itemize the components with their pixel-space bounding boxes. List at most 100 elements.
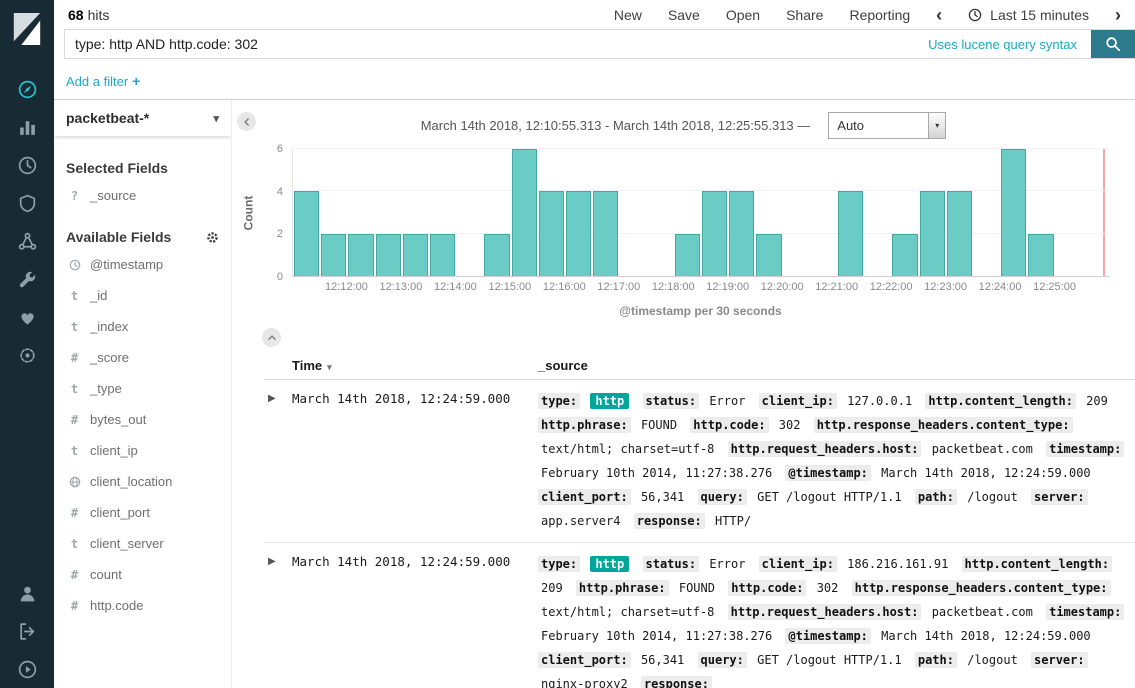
field-item-index[interactable]: t_index xyxy=(66,311,219,342)
rail-item-management[interactable] xyxy=(0,336,54,374)
histogram-bar[interactable] xyxy=(729,191,754,276)
field-item-clientserver[interactable]: tclient_server xyxy=(66,528,219,559)
x-tick-label[interactable]: 12:19:00 xyxy=(706,281,749,293)
x-tick-label[interactable]: 12:25:00 xyxy=(1033,281,1076,293)
x-tick-label[interactable]: 12:21:00 xyxy=(815,281,858,293)
time-back-chevron-icon[interactable]: ‹ xyxy=(936,6,942,24)
x-tick-label[interactable]: 12:13:00 xyxy=(380,281,423,293)
field-item-clientip[interactable]: tclient_ip xyxy=(66,435,219,466)
topnav-item-share[interactable]: Share xyxy=(786,7,823,23)
histogram-bar[interactable] xyxy=(1001,149,1026,276)
histogram-bar[interactable] xyxy=(294,191,319,276)
field-name: _id xyxy=(90,288,107,303)
x-tick-label[interactable]: 12:18:00 xyxy=(652,281,695,293)
rail-item-dev-tools[interactable] xyxy=(0,260,54,298)
search-button[interactable] xyxy=(1091,30,1135,58)
rail-item-apm[interactable] xyxy=(0,184,54,222)
field-item-source[interactable]: ?_source xyxy=(66,180,219,211)
doc-timestamp: March 14th 2018, 12:24:59.000 xyxy=(292,389,538,406)
source-field-value: /logout xyxy=(967,653,1018,667)
wrench-icon xyxy=(17,269,38,290)
x-tick-label[interactable]: 12:17:00 xyxy=(597,281,640,293)
lucene-syntax-link[interactable]: Uses lucene query syntax xyxy=(914,30,1091,58)
x-tick-label[interactable]: 12:16:00 xyxy=(543,281,586,293)
field-item-clientport[interactable]: #client_port xyxy=(66,497,219,528)
histogram-bar[interactable] xyxy=(756,234,781,276)
topnav-item-open[interactable]: Open xyxy=(726,7,760,23)
histogram-bar[interactable] xyxy=(675,234,700,276)
field-item-type[interactable]: t_type xyxy=(66,373,219,404)
field-item-timestamp[interactable]: @timestamp xyxy=(66,249,219,280)
source-field-value: packetbeat.com xyxy=(932,605,1033,619)
source-field-value: 209 xyxy=(1086,394,1108,408)
topnav-item-new[interactable]: New xyxy=(614,7,642,23)
time-range-title: March 14th 2018, 12:10:55.313 - March 14… xyxy=(421,118,811,133)
expand-row-icon[interactable]: ▶ xyxy=(264,552,292,567)
x-tick-label[interactable]: 12:12:00 xyxy=(325,281,368,293)
histogram-bar[interactable] xyxy=(892,234,917,276)
table-row: ▶March 14th 2018, 12:24:59.000type: http… xyxy=(264,543,1135,688)
histogram-bar[interactable] xyxy=(321,234,346,276)
interval-select[interactable]: Auto ▾ xyxy=(828,112,946,139)
source-field-value: 56,341 xyxy=(641,653,684,667)
plus-icon: + xyxy=(132,73,140,89)
collapse-sidebar-button[interactable] xyxy=(237,112,256,131)
field-name: client_port xyxy=(90,505,150,520)
kibana-logo[interactable] xyxy=(0,0,54,58)
field-item-count[interactable]: #count xyxy=(66,559,219,590)
x-axis: 12:12:00 12:13:00 12:14:00 12:15:00 12:16:00… xyxy=(292,281,1109,296)
histogram-bar[interactable] xyxy=(593,191,618,276)
number-field-icon: # xyxy=(68,413,81,427)
expand-row-icon[interactable]: ▶ xyxy=(264,389,292,404)
field-item-httpcode[interactable]: #http.code xyxy=(66,590,219,621)
x-tick-label[interactable]: 12:20:00 xyxy=(761,281,804,293)
histogram-bar[interactable] xyxy=(539,191,564,276)
source-field-name: @timestamp: xyxy=(785,465,870,481)
add-filter-button[interactable]: Add a filter + xyxy=(66,73,140,89)
x-tick-label[interactable]: 12:24:00 xyxy=(979,281,1022,293)
rail-item-machine-learning[interactable] xyxy=(0,222,54,260)
timepicker-button[interactable]: Last 15 minutes xyxy=(968,7,1089,23)
histogram-bar[interactable] xyxy=(1028,234,1053,276)
rail-item-account[interactable] xyxy=(0,574,54,612)
topnav-item-reporting[interactable]: Reporting xyxy=(849,7,910,23)
topnav-item-save[interactable]: Save xyxy=(668,7,700,23)
field-item-bytesout[interactable]: #bytes_out xyxy=(66,404,219,435)
rail-item-logout[interactable] xyxy=(0,612,54,650)
collapse-histogram-button[interactable] xyxy=(262,328,281,347)
selected-fields-heading: Selected Fields xyxy=(66,160,219,176)
x-tick-label[interactable]: 12:22:00 xyxy=(870,281,913,293)
query-input[interactable] xyxy=(65,30,914,58)
histogram-bar[interactable] xyxy=(947,191,972,276)
field-settings-gear-icon[interactable] xyxy=(206,231,219,244)
histogram-bar[interactable] xyxy=(430,234,455,276)
histogram-bar[interactable] xyxy=(702,191,727,276)
field-item-clientlocation[interactable]: client_location xyxy=(66,466,219,497)
clock-icon xyxy=(17,155,38,176)
string-field-icon: t xyxy=(68,444,81,458)
histogram-bar[interactable] xyxy=(348,234,373,276)
histogram-bar[interactable] xyxy=(484,234,509,276)
x-tick-label[interactable]: 12:23:00 xyxy=(924,281,967,293)
histogram-bar[interactable] xyxy=(403,234,428,276)
histogram-bar[interactable] xyxy=(512,149,537,276)
field-item-id[interactable]: t_id xyxy=(66,280,219,311)
rail-item-collapse-nav[interactable] xyxy=(0,650,54,688)
histogram-bar[interactable] xyxy=(566,191,591,276)
source-field-name: http.code: xyxy=(728,580,806,596)
x-tick-label[interactable]: 12:14:00 xyxy=(434,281,477,293)
rail-item-discover[interactable] xyxy=(0,70,54,108)
histogram-bar[interactable] xyxy=(920,191,945,276)
histogram-bar[interactable] xyxy=(376,234,401,276)
number-field-icon: # xyxy=(68,351,81,365)
field-name: client_server xyxy=(90,536,164,551)
rail-item-visualize[interactable] xyxy=(0,108,54,146)
histogram-bar[interactable] xyxy=(838,191,863,276)
time-column-header[interactable]: Time▾ xyxy=(292,358,538,373)
rail-item-monitoring[interactable] xyxy=(0,298,54,336)
index-pattern-selector[interactable]: packetbeat-* ▾ xyxy=(54,100,231,136)
rail-item-timelion[interactable] xyxy=(0,146,54,184)
time-forward-chevron-icon[interactable]: › xyxy=(1115,6,1121,24)
field-item-score[interactable]: #_score xyxy=(66,342,219,373)
x-tick-label[interactable]: 12:15:00 xyxy=(488,281,531,293)
